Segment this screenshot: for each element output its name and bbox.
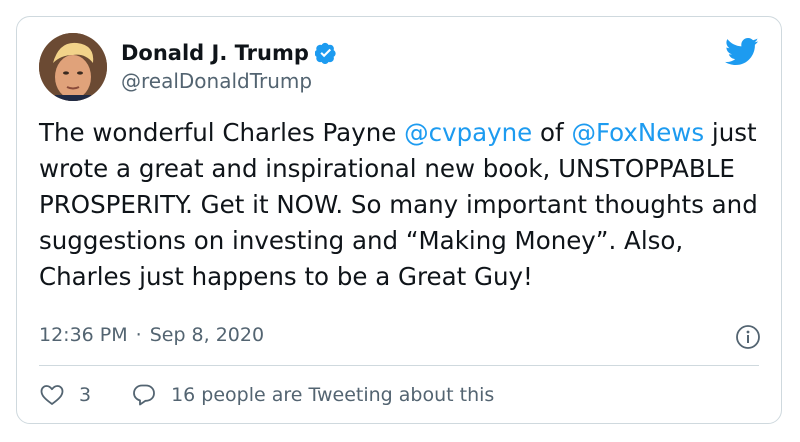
mention-link-cvpayne[interactable]: @cvpayne bbox=[404, 118, 532, 147]
meta-separator: · bbox=[135, 324, 142, 346]
like-button[interactable]: 3 bbox=[39, 382, 91, 408]
tweet-actions: 3 16 people are Tweeting about this bbox=[39, 382, 494, 408]
tweet-date[interactable]: Sep 8, 2020 bbox=[150, 324, 264, 346]
author-name-row[interactable]: Donald J. Trump bbox=[121, 39, 337, 67]
mention-link-foxnews[interactable]: @FoxNews bbox=[571, 118, 704, 147]
tweet-time[interactable]: 12:36 PM bbox=[39, 324, 128, 346]
avatar[interactable] bbox=[39, 33, 107, 101]
author-handle[interactable]: @realDonaldTrump bbox=[121, 69, 312, 93]
tweeting-about-button[interactable]: 16 people are Tweeting about this bbox=[131, 382, 494, 408]
profile-photo bbox=[39, 33, 107, 101]
tweeting-about-label[interactable]: 16 people are Tweeting about this bbox=[171, 384, 494, 406]
speech-bubble-icon bbox=[133, 384, 155, 406]
twitter-bird-icon[interactable] bbox=[725, 37, 759, 67]
verified-badge-icon bbox=[314, 42, 337, 64]
heart-icon bbox=[40, 385, 64, 405]
tweet-text-segment: The wonderful Charles Payne bbox=[39, 118, 405, 147]
display-name[interactable]: Donald J. Trump bbox=[121, 41, 309, 65]
divider bbox=[39, 365, 759, 366]
tweet-timestamp[interactable]: 12:36 PM · Sep 8, 2020 bbox=[39, 324, 264, 346]
tweet-card: Donald J. Trump @realDonaldTrump The won… bbox=[16, 16, 782, 424]
like-count[interactable]: 3 bbox=[79, 384, 91, 406]
tweet-text-segment: of bbox=[532, 118, 572, 147]
info-icon[interactable] bbox=[735, 324, 761, 350]
tweet-text: The wonderful Charles Payne @cvpayne of … bbox=[39, 115, 769, 295]
